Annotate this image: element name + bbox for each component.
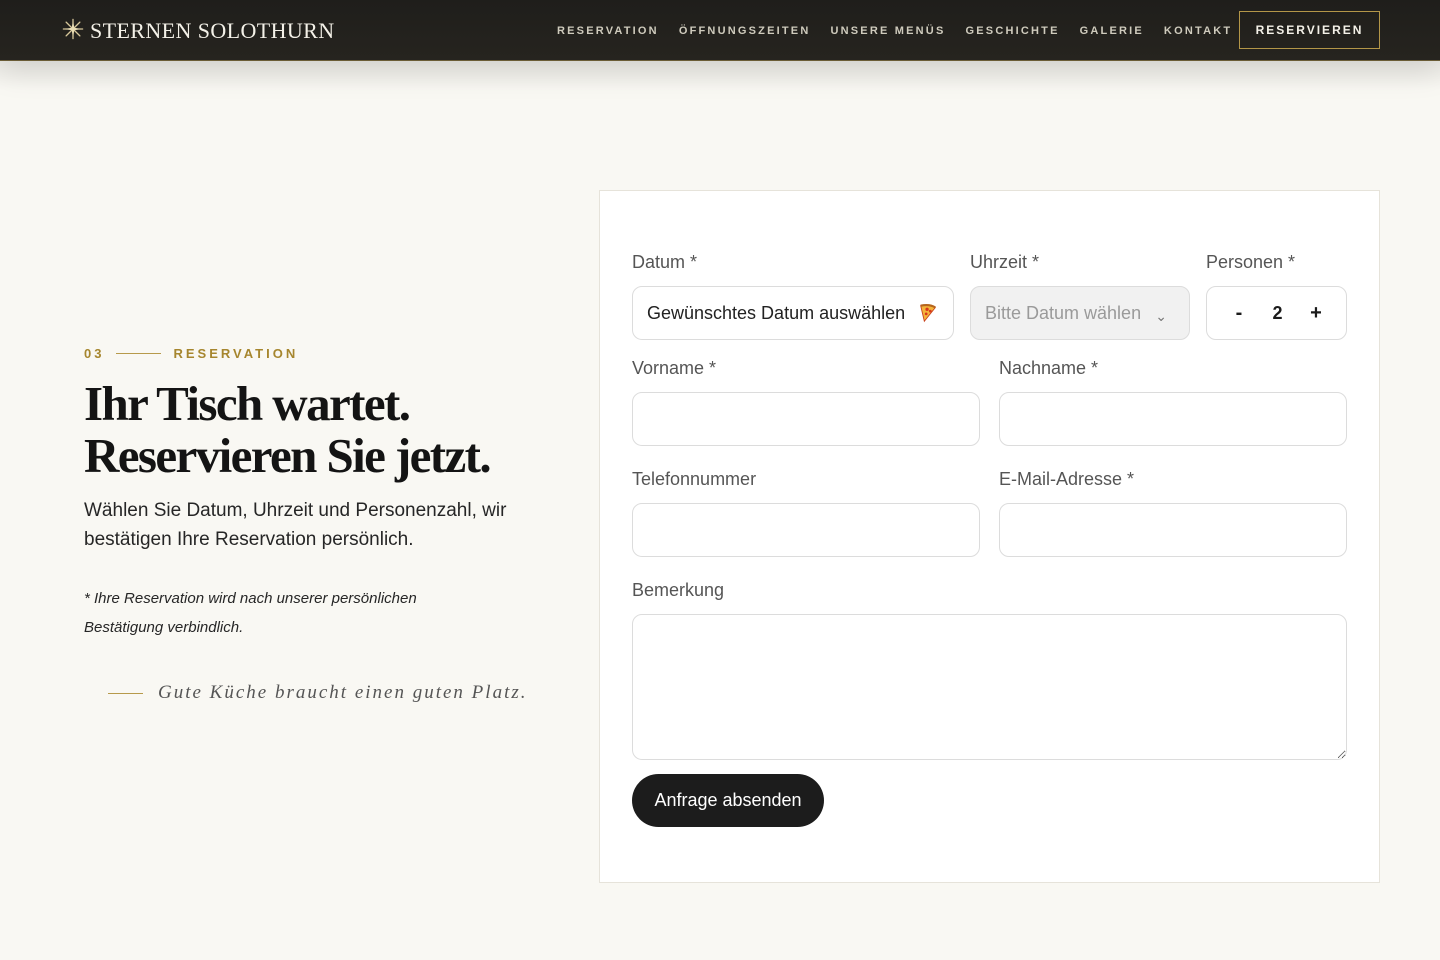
reservieren-button[interactable]: RESERVIEREN — [1239, 11, 1380, 49]
main-nav: RESERVATION ÖFFNUNGSZEITEN UNSERE MENÜS … — [547, 0, 1242, 61]
nav-item-unsere-menues[interactable]: UNSERE MENÜS — [820, 25, 955, 37]
date-field-text: Gewünschtes Datum auswählen — [647, 302, 906, 323]
email-input[interactable] — [999, 503, 1347, 557]
header-shadow — [0, 61, 1440, 91]
quote: Gute Küche braucht einen guten Platz. — [108, 682, 528, 704]
persons-count: 2 — [1272, 302, 1283, 323]
brand-name: STERNEN SOLOTHURN — [90, 18, 335, 43]
confirmation-note: * Ihre Reservation wird nach unserer per… — [84, 590, 417, 636]
intro-text: Wählen Sie Datum, Uhrzeit und Personenza… — [84, 500, 507, 550]
chevron-down-icon: ⌄ — [1155, 307, 1167, 324]
time-label: Uhrzeit * — [970, 252, 1040, 272]
lastname-input[interactable] — [999, 392, 1347, 446]
phone-input[interactable] — [632, 503, 980, 557]
nav-item-galerie[interactable]: GALERIE — [1070, 25, 1154, 37]
section-eyebrow: 03 RESERVATION — [84, 345, 298, 361]
persons-decrement-button[interactable]: - — [1229, 302, 1249, 325]
brand-logo-link[interactable]: STERNEN SOLOTHURN — [62, 18, 335, 44]
nav-item-oeffnungszeiten[interactable]: ÖFFNUNGSZEITEN — [669, 25, 821, 37]
section-number: 03 — [84, 345, 105, 361]
page-title-line-2: Reservieren Sie jetzt. — [84, 428, 492, 483]
lastname-label: Nachname * — [999, 358, 1099, 378]
remark-label: Bemerkung — [632, 580, 725, 600]
eyebrow-divider — [116, 352, 162, 354]
phone-label: Telefonnummer — [632, 469, 757, 489]
persons-stepper: - 2 + — [1206, 286, 1347, 340]
quote-text: Gute Küche braucht einen guten Platz. — [158, 682, 528, 703]
nav-item-reservation[interactable]: RESERVATION — [547, 25, 669, 37]
date-picker-field[interactable]: Gewünschtes Datum auswählen — [632, 286, 954, 340]
time-select[interactable]: Bitte Datum wählen ⌄ — [970, 286, 1190, 340]
firstname-label: Vorname * — [632, 358, 717, 378]
remark-textarea[interactable] — [632, 614, 1347, 760]
date-label: Datum * — [632, 252, 698, 272]
time-select-placeholder: Bitte Datum wählen — [985, 302, 1142, 323]
quote-divider — [108, 692, 143, 694]
pizza-slice-icon — [917, 302, 939, 324]
nav-item-geschichte[interactable]: GESCHICHTE — [956, 25, 1070, 37]
page-title: Ihr Tisch wartet. Reservieren Sie jetzt. — [84, 378, 554, 482]
reservation-form: Datum * Gewünschtes Datum auswählen Uhrz… — [599, 190, 1380, 883]
top-navigation-bar: STERNEN SOLOTHURN RESERVATION ÖFFNUNGSZE… — [0, 0, 1440, 61]
persons-label: Personen * — [1206, 252, 1296, 272]
firstname-input[interactable] — [632, 392, 980, 446]
star-logo-icon — [62, 18, 84, 45]
persons-increment-button[interactable]: + — [1306, 302, 1326, 325]
submit-request-button[interactable]: Anfrage absenden — [632, 774, 824, 827]
section-label: RESERVATION — [173, 345, 299, 361]
page-title-line-1: Ihr Tisch wartet. — [84, 376, 411, 431]
nav-item-kontakt[interactable]: KONTAKT — [1154, 25, 1242, 37]
email-label: E-Mail-Adresse * — [999, 469, 1135, 489]
